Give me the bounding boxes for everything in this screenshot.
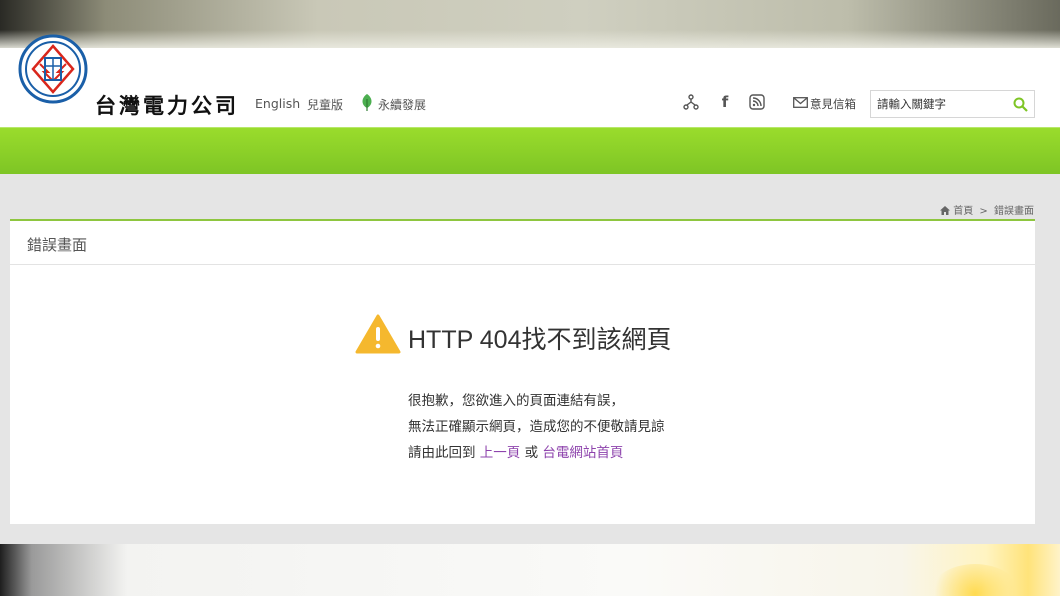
rss-icon[interactable] (749, 94, 765, 110)
search-icon[interactable] (1013, 97, 1028, 112)
feedback-link[interactable]: 意見信箱 (810, 96, 856, 112)
search-input[interactable] (871, 91, 1009, 117)
warning-icon (355, 314, 401, 354)
panel-title: 錯誤畫面 (27, 236, 88, 254)
taipower-logo[interactable] (18, 34, 88, 104)
panel-divider (10, 264, 1035, 265)
breadcrumb: 首頁 > 錯誤畫面 (940, 202, 1034, 217)
error-panel: 錯誤畫面 HTTP 404找不到該網頁 很抱歉，您欲進入的頁面連結有誤， 無法正… (10, 219, 1035, 524)
error-message-line2: 無法正確顯示網頁，造成您的不便敬請見諒 (408, 419, 665, 435)
error-message-line3: 請由此回到 上一頁 或 台電網站首頁 (408, 441, 623, 461)
leaf-icon (362, 94, 372, 111)
brand-name[interactable]: 台灣電力公司 (95, 90, 239, 120)
breadcrumb-separator: > (979, 206, 988, 217)
error-message-line1: 很抱歉，您欲進入的頁面連結有誤， (408, 393, 624, 409)
kids-version-link[interactable]: 兒童版 (307, 96, 343, 113)
return-prefix: 請由此回到 (408, 445, 476, 461)
or-text: 或 (524, 445, 539, 461)
english-link[interactable]: English (255, 96, 300, 111)
homepage-link[interactable]: 台電網站首頁 (542, 445, 623, 461)
green-banner (0, 127, 1060, 174)
mail-icon[interactable] (793, 97, 808, 108)
breadcrumb-home[interactable]: 首頁 (953, 206, 973, 217)
photo-frame-bottom (0, 544, 1060, 596)
photo-frame-top (0, 0, 1060, 48)
error-title: HTTP 404找不到該網頁 (408, 326, 672, 354)
sitemap-icon[interactable] (683, 94, 699, 110)
facebook-icon[interactable]: f (717, 94, 733, 110)
sustainability-link[interactable]: 永續發展 (378, 96, 426, 113)
breadcrumb-current: 錯誤畫面 (994, 206, 1034, 217)
back-link[interactable]: 上一頁 (480, 445, 521, 461)
search-box (870, 90, 1035, 118)
home-icon (940, 206, 951, 215)
